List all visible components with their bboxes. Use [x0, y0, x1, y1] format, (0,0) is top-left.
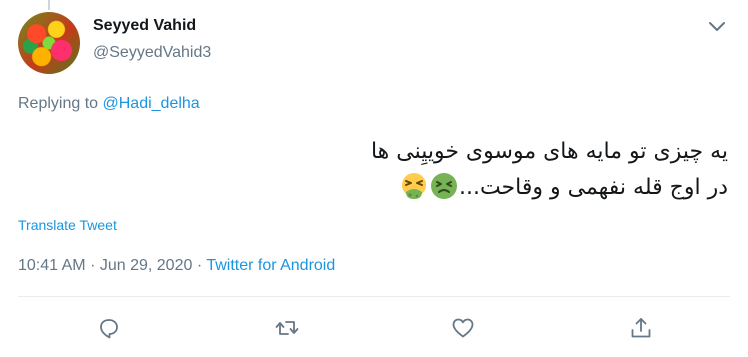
author-name[interactable]: Seyyed Vahid	[93, 17, 196, 35]
tweet-meta: 10:41 AM · Jun 29, 2020 · Twitter for An…	[18, 257, 335, 275]
avatar[interactable]	[18, 12, 80, 74]
meta-separator-2: ·	[196, 257, 203, 274]
chevron-down-icon[interactable]	[707, 20, 727, 34]
tweet-source-link[interactable]: Twitter for Android	[206, 257, 335, 274]
tweet-text-line-1: یه چیزی تو مایه های موسوی خوییِنی ها	[370, 139, 728, 164]
tweet-text-line-2-text: در اوج قله نفهمی و وقاحت...	[458, 175, 728, 200]
translate-tweet-link[interactable]: Translate Tweet	[18, 217, 117, 233]
author-handle[interactable]: @SeyyedVahid3	[93, 44, 211, 62]
reply-handle-link[interactable]: @Hadi_delha	[103, 95, 200, 112]
like-icon[interactable]	[450, 315, 476, 341]
tired-face-emoji	[401, 173, 426, 199]
replying-to: Replying to @Hadi_delha	[18, 95, 200, 113]
meta-separator-1: ·	[90, 257, 96, 274]
nauseated-face-emoji	[430, 173, 457, 199]
thread-connector-line	[48, 0, 50, 10]
tweet-text-line-2: در اوج قله نفهمی و وقاحت...	[208, 170, 728, 206]
tweet-time[interactable]: 10:41 AM	[18, 257, 86, 274]
divider	[18, 296, 730, 297]
reply-icon[interactable]	[96, 315, 122, 341]
share-icon[interactable]	[628, 315, 654, 341]
tweet-date[interactable]: Jun 29, 2020	[100, 257, 193, 274]
tweet-text: یه چیزی تو مایه های موسوی خوییِنی ها در …	[208, 134, 728, 206]
replying-to-label: Replying to	[18, 95, 99, 112]
retweet-icon[interactable]	[274, 315, 300, 341]
